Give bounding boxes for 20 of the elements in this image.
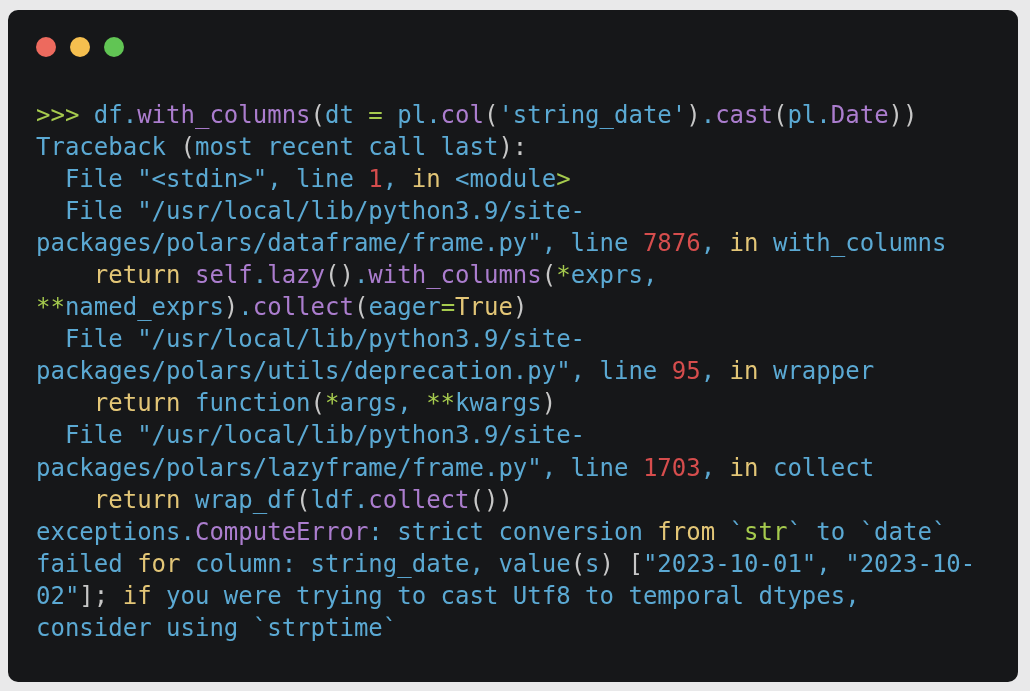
- code-line: packages/polars/lazyframe/frame.py", line 1703, in collect: [36, 452, 875, 484]
- code-line: consider using `strptime`: [36, 612, 398, 644]
- code-line: File "<stdin>", line 1, in <module>: [63, 164, 571, 196]
- code-line: packages/polars/utils/deprecation.py", line 95, in wrapper: [36, 356, 875, 388]
- code-line: File "/usr/local/lib/python3.9/site-: [63, 420, 586, 452]
- code-line: exceptions.ComputeError: strict conversion from `str` to `date`: [36, 516, 947, 548]
- code-line: return function(*args, **kwargs): [92, 388, 557, 420]
- code-line: packages/polars/dataframe/frame.py", line 7876, in with_columns: [36, 228, 947, 260]
- code-line: Traceback (most recent call last):: [36, 132, 528, 164]
- code-line: File "/usr/local/lib/python3.9/site-: [63, 324, 586, 356]
- code-line: File "/usr/local/lib/python3.9/site-: [63, 196, 586, 228]
- code-line: failed for column: string_date, value(s) ["2023-10-01", "2023-10-: [36, 548, 976, 580]
- code-line: **named_exprs).collect(eager=True): [36, 292, 528, 324]
- code-line: 02"]; if you were trying to cast Utf8 to temporal dtypes,: [36, 580, 860, 612]
- code-line: return wrap_df(ldf.collect()): [92, 484, 513, 516]
- close-dot[interactable]: [36, 37, 56, 57]
- code-line: return self.lazy().with_columns(*exprs,: [92, 260, 658, 292]
- zoom-dot[interactable]: [104, 37, 124, 57]
- minimize-dot[interactable]: [70, 37, 90, 57]
- code-line: >>> df.with_columns(dt = pl.col('string_date').cast(pl.Date)): [36, 100, 918, 131]
